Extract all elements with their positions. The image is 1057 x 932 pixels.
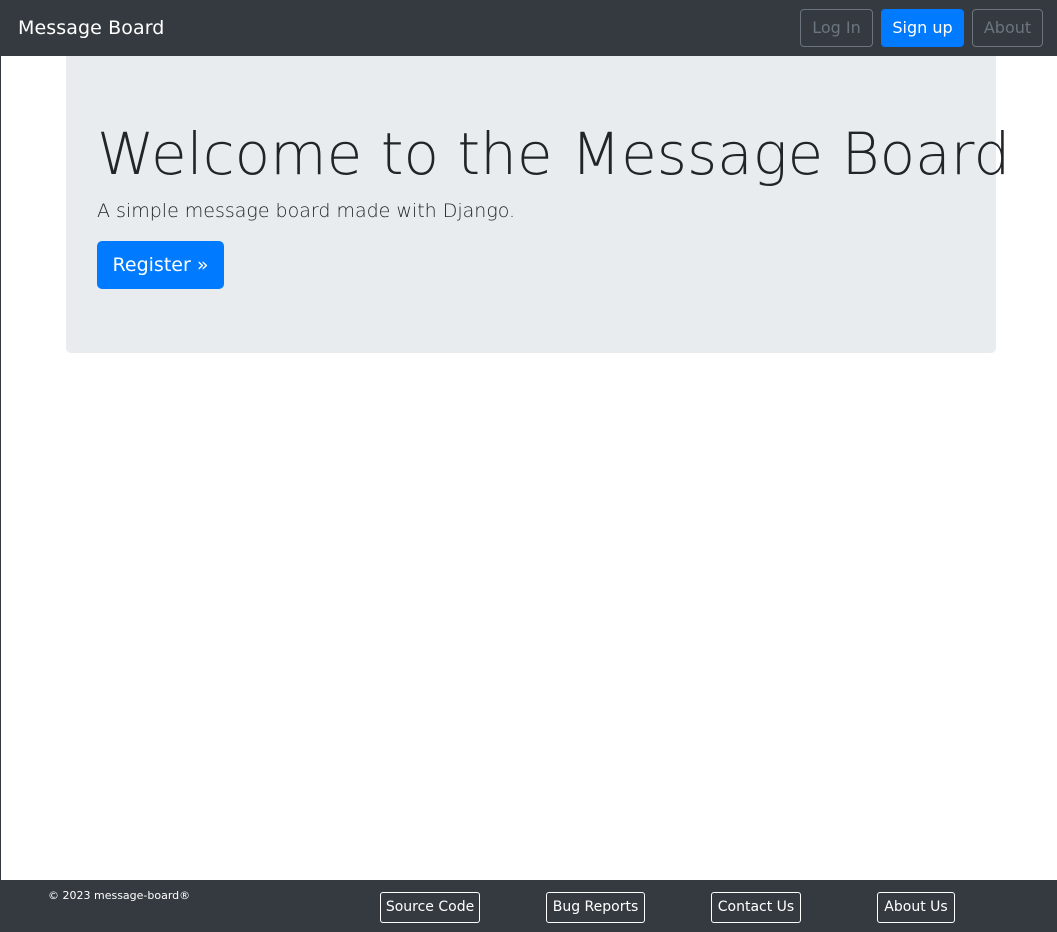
page: Message Board Log In Sign up About Welco… — [0, 0, 1057, 932]
register-button[interactable]: Register » — [97, 241, 224, 289]
source-code-button[interactable]: Source Code — [380, 892, 480, 923]
contact-us-button[interactable]: Contact Us — [711, 892, 801, 923]
top-navbar: Message Board Log In Sign up About — [1, 0, 1057, 56]
brand-link[interactable]: Message Board — [18, 14, 164, 42]
login-button[interactable]: Log In — [800, 9, 873, 47]
signup-button[interactable]: Sign up — [881, 9, 964, 47]
hero-lead: A simple message board made with Django. — [97, 200, 516, 222]
footer: © 2023 message-board® Source Code Bug Re… — [1, 880, 1057, 932]
about-us-button[interactable]: About Us — [877, 892, 955, 923]
about-button[interactable]: About — [972, 9, 1043, 47]
hero-title: Welcome to the Message Board — [97, 120, 1011, 188]
copyright-text: © 2023 message-board® — [48, 889, 191, 902]
hero-jumbotron: Welcome to the Message Board A simple me… — [66, 56, 1010, 353]
bug-reports-button[interactable]: Bug Reports — [546, 892, 645, 923]
